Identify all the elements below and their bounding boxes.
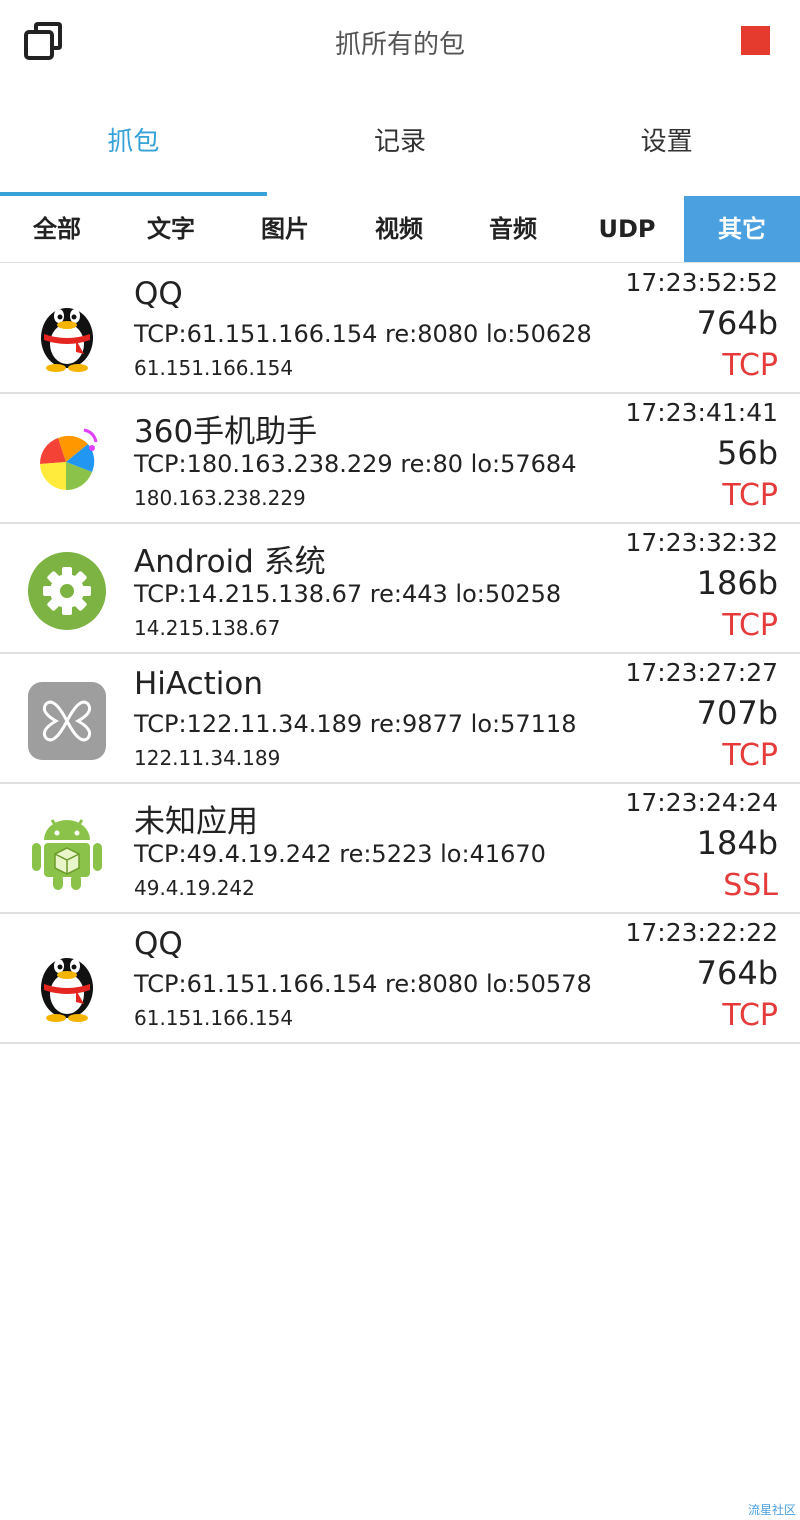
packet-protocol: TCP: [722, 348, 778, 383]
connection-info: TCP:180.163.238.229 re:80 lo:57684: [134, 450, 577, 478]
top-bar: 抓所有的包: [0, 0, 800, 84]
packet-time: 17:23:22:22: [625, 918, 778, 947]
app-name: 未知应用: [134, 804, 258, 840]
360-assistant-icon: [26, 420, 108, 502]
filter-text[interactable]: 文字: [114, 196, 228, 262]
filter-all[interactable]: 全部: [0, 196, 114, 262]
filter-udp[interactable]: UDP: [570, 196, 684, 262]
app-name: QQ: [134, 926, 183, 962]
watermark: 流星社区: [747, 1503, 796, 1517]
tab-records[interactable]: 记录: [267, 100, 534, 196]
remote-ip: 61.151.166.154: [134, 1006, 294, 1030]
remote-ip: 14.215.138.67: [134, 616, 281, 640]
connection-info: TCP:122.11.34.189 re:9877 lo:57118: [134, 710, 577, 738]
packet-size: 186b: [696, 564, 778, 602]
packet-protocol: TCP: [722, 478, 778, 513]
packet-size: 707b: [696, 694, 778, 732]
remote-ip: 180.163.238.229: [134, 486, 306, 510]
filter-bar: 全部 文字 图片 视频 音频 UDP 其它: [0, 196, 800, 263]
packet-protocol: TCP: [722, 998, 778, 1033]
packet-row[interactable]: Android 系统 TCP:14.215.138.67 re:443 lo:5…: [0, 524, 800, 654]
packet-size: 764b: [696, 954, 778, 992]
app-name: QQ: [134, 276, 183, 312]
hiaction-butterfly-icon: [26, 680, 108, 762]
filter-image[interactable]: 图片: [228, 196, 342, 262]
packet-row[interactable]: 未知应用 TCP:49.4.19.242 re:5223 lo:41670 49…: [0, 784, 800, 914]
remote-ip: 61.151.166.154: [134, 356, 294, 380]
app-name: 360手机助手: [134, 414, 318, 450]
tab-capture[interactable]: 抓包: [0, 100, 267, 196]
connection-info: TCP:14.215.138.67 re:443 lo:50258: [134, 580, 562, 608]
filter-audio[interactable]: 音频: [456, 196, 570, 262]
packet-size: 56b: [716, 434, 778, 472]
qq-penguin-icon: [26, 940, 108, 1022]
packet-time: 17:23:27:27: [625, 658, 778, 687]
connection-info: TCP:49.4.19.242 re:5223 lo:41670: [134, 840, 546, 868]
packet-time: 17:23:52:52: [625, 268, 778, 297]
packet-time: 17:23:24:24: [625, 788, 778, 817]
packet-time: 17:23:32:32: [625, 528, 778, 557]
qq-penguin-icon: [26, 290, 108, 372]
packet-size: 764b: [696, 304, 778, 342]
packet-list: QQ TCP:61.151.166.154 re:8080 lo:50628 6…: [0, 264, 800, 1044]
packet-protocol: TCP: [722, 608, 778, 643]
connection-info: TCP:61.151.166.154 re:8080 lo:50578: [134, 970, 592, 998]
remote-ip: 122.11.34.189: [134, 746, 281, 770]
packet-time: 17:23:41:41: [625, 398, 778, 427]
app-name: Android 系统: [134, 544, 326, 580]
remote-ip: 49.4.19.242: [134, 876, 255, 900]
packet-protocol: TCP: [722, 738, 778, 773]
filter-video[interactable]: 视频: [342, 196, 456, 262]
stop-capture-button[interactable]: [741, 26, 770, 55]
main-tabs: 抓包 记录 设置: [0, 100, 800, 196]
packet-size: 184b: [696, 824, 778, 862]
packet-row[interactable]: HiAction TCP:122.11.34.189 re:9877 lo:57…: [0, 654, 800, 784]
packet-row[interactable]: 360手机助手 TCP:180.163.238.229 re:80 lo:576…: [0, 394, 800, 524]
page-title: 抓所有的包: [334, 30, 465, 60]
app-name: HiAction: [134, 666, 264, 702]
android-robot-icon: [26, 810, 108, 892]
packet-row[interactable]: QQ TCP:61.151.166.154 re:8080 lo:50628 6…: [0, 264, 800, 394]
packet-protocol: SSL: [723, 868, 778, 903]
packet-row[interactable]: QQ TCP:61.151.166.154 re:8080 lo:50578 6…: [0, 914, 800, 1044]
filter-other[interactable]: 其它: [684, 196, 800, 262]
tab-settings[interactable]: 设置: [533, 100, 800, 196]
connection-info: TCP:61.151.166.154 re:8080 lo:50628: [134, 320, 592, 348]
android-settings-gear-icon: [26, 550, 108, 632]
